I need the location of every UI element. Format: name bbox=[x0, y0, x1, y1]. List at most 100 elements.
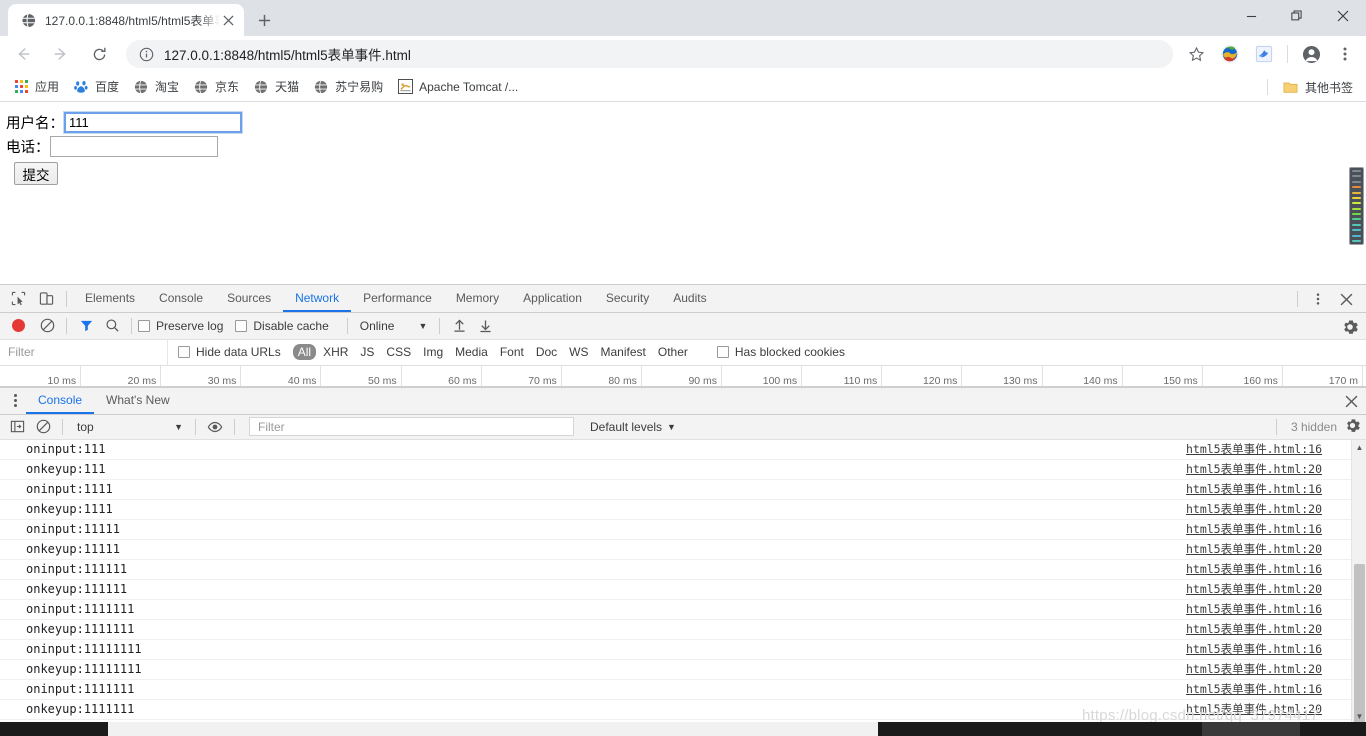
record-dot-icon[interactable] bbox=[12, 319, 25, 333]
arrow-left-icon[interactable] bbox=[9, 40, 37, 68]
star-icon[interactable] bbox=[1182, 40, 1210, 68]
console-message-row[interactable]: oninput:111 html5表单事件.html:16 bbox=[0, 440, 1366, 460]
console-message-row[interactable]: onkeyup:1111111 html5表单事件.html:20 bbox=[0, 700, 1366, 720]
bird-extension-icon[interactable] bbox=[1250, 40, 1278, 68]
phone-input[interactable] bbox=[49, 135, 218, 157]
console-message-row[interactable]: oninput:1111111 html5表单事件.html:16 bbox=[0, 600, 1366, 620]
browser-tab[interactable]: 127.0.0.1:8848/html5/html5表单事件.html bbox=[8, 4, 244, 36]
tab-performance[interactable]: Performance bbox=[351, 285, 444, 312]
bookmark-tomcat[interactable]: Apache Tomcat /... bbox=[390, 75, 525, 99]
bookmark-jd[interactable]: 京东 bbox=[186, 75, 246, 99]
console-message-row[interactable]: onkeyup:1111 html5表单事件.html:20 bbox=[0, 500, 1366, 520]
console-message-row[interactable]: onkeyup:111 html5表单事件.html:20 bbox=[0, 460, 1366, 480]
taskbar-clock-area[interactable] bbox=[1202, 722, 1300, 736]
bookmark-suning[interactable]: 苏宁易购 bbox=[306, 75, 390, 99]
console-message-row[interactable]: oninput:1111 html5表单事件.html:16 bbox=[0, 480, 1366, 500]
search-icon[interactable] bbox=[99, 314, 125, 338]
tab-application[interactable]: Application bbox=[511, 285, 594, 312]
console-message-list[interactable]: oninput:111 html5表单事件.html:16 onkeyup:111 h… bbox=[0, 439, 1366, 724]
filter-type-media[interactable]: Media bbox=[450, 344, 493, 360]
drawer-tab-whats-new[interactable]: What's New bbox=[94, 387, 182, 414]
has-blocked-cookies-checkbox[interactable]: Has blocked cookies bbox=[716, 345, 845, 359]
filter-type-xhr[interactable]: XHR bbox=[318, 344, 353, 360]
filter-type-ws[interactable]: WS bbox=[564, 344, 593, 360]
console-message-source-link[interactable]: html5表单事件.html:20 bbox=[1186, 461, 1322, 477]
network-timeline-ruler[interactable]: 10 ms 20 ms 30 ms 40 ms 50 ms 60 ms 70 ms 80 ms… bbox=[0, 365, 1366, 387]
network-filter-input[interactable]: Filter bbox=[0, 339, 168, 366]
clear-circle-icon[interactable] bbox=[34, 314, 60, 338]
console-message-source-link[interactable]: html5表单事件.html:16 bbox=[1186, 641, 1322, 657]
console-message-row[interactable]: oninput:11111 html5表单事件.html:16 bbox=[0, 520, 1366, 540]
other-bookmarks-button[interactable]: 其他书签 bbox=[1276, 75, 1360, 99]
throttling-select[interactable]: Online ▼ bbox=[360, 319, 428, 333]
download-arrow-icon[interactable] bbox=[472, 314, 498, 338]
idm-extension-icon[interactable] bbox=[1216, 40, 1244, 68]
tab-network[interactable]: Network bbox=[283, 285, 352, 312]
bookmark-tmall[interactable]: 天猫 bbox=[246, 75, 306, 99]
reload-icon[interactable] bbox=[85, 40, 113, 68]
console-message-source-link[interactable]: html5表单事件.html:20 bbox=[1186, 701, 1322, 717]
taskbar-start-area[interactable] bbox=[0, 722, 108, 736]
device-toggle-icon[interactable] bbox=[32, 286, 60, 312]
taskbar-show-desktop[interactable] bbox=[1300, 722, 1366, 736]
filter-type-doc[interactable]: Doc bbox=[531, 344, 562, 360]
profile-avatar-icon[interactable] bbox=[1297, 40, 1325, 68]
eye-icon[interactable] bbox=[202, 415, 228, 439]
username-input[interactable] bbox=[63, 110, 243, 134]
drawer-tab-console[interactable]: Console bbox=[26, 387, 95, 415]
console-context-select[interactable]: top ▼ bbox=[69, 420, 189, 434]
console-message-source-link[interactable]: html5表单事件.html:20 bbox=[1186, 661, 1322, 677]
console-message-source-link[interactable]: html5表单事件.html:16 bbox=[1186, 681, 1322, 697]
filter-type-js[interactable]: JS bbox=[355, 344, 379, 360]
taskbar-tray-area[interactable] bbox=[878, 722, 1202, 736]
console-message-source-link[interactable]: html5表单事件.html:20 bbox=[1186, 581, 1322, 597]
console-message-row[interactable]: onkeyup:1111111 html5表单事件.html:20 bbox=[0, 620, 1366, 640]
console-message-source-link[interactable]: html5表单事件.html:16 bbox=[1186, 601, 1322, 617]
address-bar[interactable]: 127.0.0.1:8848/html5/html5表单事件.html bbox=[126, 40, 1173, 68]
hide-data-urls-checkbox[interactable]: Hide data URLs bbox=[178, 345, 281, 359]
console-message-row[interactable]: oninput:11111111 html5表单事件.html:16 bbox=[0, 640, 1366, 660]
gear-icon[interactable] bbox=[1345, 418, 1360, 436]
info-circle-icon[interactable] bbox=[138, 46, 154, 62]
more-vertical-icon[interactable] bbox=[4, 389, 26, 413]
console-message-source-link[interactable]: html5表单事件.html:16 bbox=[1186, 561, 1322, 577]
chrome-menu-icon[interactable] bbox=[1331, 40, 1359, 68]
console-sidebar-icon[interactable] bbox=[4, 415, 30, 439]
console-message-source-link[interactable]: html5表单事件.html:20 bbox=[1186, 541, 1322, 557]
bookmark-apps[interactable]: 应用 bbox=[6, 75, 66, 99]
filter-type-img[interactable]: Img bbox=[418, 344, 448, 360]
upload-arrow-icon[interactable] bbox=[446, 314, 472, 338]
scroll-up-arrow-icon[interactable]: ▲ bbox=[1352, 440, 1366, 455]
hidden-messages-count[interactable]: 3 hidden bbox=[1291, 420, 1337, 434]
tab-security[interactable]: Security bbox=[594, 285, 661, 312]
tab-sources[interactable]: Sources bbox=[215, 285, 283, 312]
filter-type-all[interactable]: All bbox=[292, 344, 317, 361]
tab-elements[interactable]: Elements bbox=[73, 285, 147, 312]
preserve-log-checkbox[interactable]: Preserve log bbox=[138, 319, 223, 333]
filter-type-font[interactable]: Font bbox=[495, 344, 529, 360]
disable-cache-checkbox[interactable]: Disable cache bbox=[235, 319, 329, 333]
network-settings-icon[interactable] bbox=[1342, 313, 1358, 341]
download-meter-widget[interactable] bbox=[1349, 167, 1364, 245]
console-message-source-link[interactable]: html5表单事件.html:16 bbox=[1186, 441, 1322, 457]
scrollbar-thumb[interactable] bbox=[1354, 563, 1365, 724]
console-message-source-link[interactable]: html5表单事件.html:16 bbox=[1186, 481, 1322, 497]
console-message-source-link[interactable]: html5表单事件.html:16 bbox=[1186, 521, 1322, 537]
funnel-icon[interactable] bbox=[73, 314, 99, 338]
filter-type-css[interactable]: CSS bbox=[381, 344, 416, 360]
tab-console[interactable]: Console bbox=[147, 285, 215, 312]
console-message-row[interactable]: onkeyup:111111 html5表单事件.html:20 bbox=[0, 580, 1366, 600]
bookmark-baidu[interactable]: 百度 bbox=[66, 75, 126, 99]
more-vertical-icon[interactable] bbox=[1304, 286, 1332, 312]
filter-type-manifest[interactable]: Manifest bbox=[596, 344, 651, 360]
console-message-row[interactable]: onkeyup:11111 html5表单事件.html:20 bbox=[0, 540, 1366, 560]
close-icon[interactable] bbox=[1320, 0, 1366, 32]
taskbar-window-button[interactable] bbox=[108, 722, 878, 736]
console-scrollbar[interactable]: ▲ ▼ bbox=[1351, 439, 1366, 724]
console-filter-input[interactable]: Filter bbox=[249, 417, 574, 437]
arrow-right-icon[interactable] bbox=[47, 40, 75, 68]
restore-icon[interactable] bbox=[1274, 0, 1320, 32]
console-message-row[interactable]: onkeyup:11111111 html5表单事件.html:20 bbox=[0, 660, 1366, 680]
submit-button[interactable]: 提交 bbox=[14, 162, 58, 185]
filter-type-other[interactable]: Other bbox=[653, 344, 693, 360]
